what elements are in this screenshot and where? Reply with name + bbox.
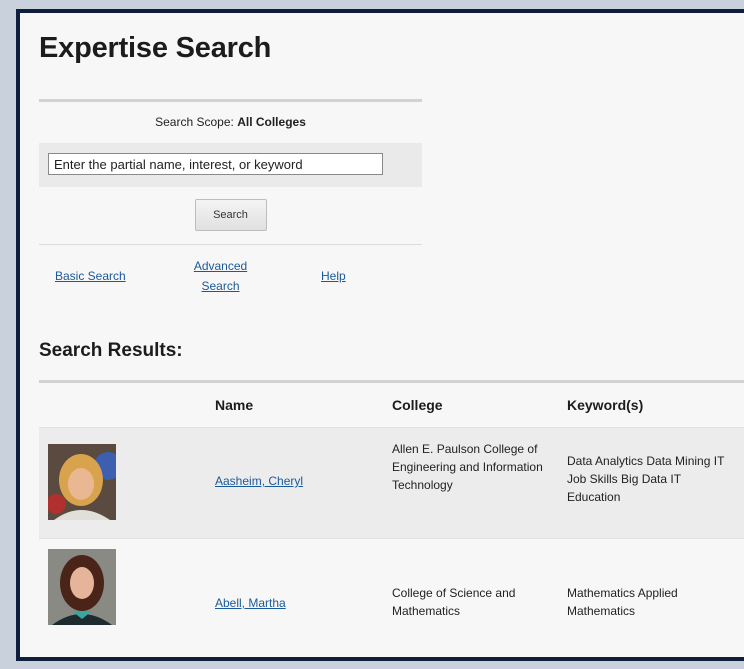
keywords-cell: Data Analytics Data Mining IT Job Skills… xyxy=(567,454,725,504)
scope-value: All Colleges xyxy=(237,115,306,129)
content-panel: Expertise Search Search Scope: All Colle… xyxy=(20,13,744,657)
table-row: Abell, Martha College of Science and Mat… xyxy=(39,538,744,651)
keywords-cell: Mathematics Applied Mathematics xyxy=(567,586,678,618)
profile-photo[interactable] xyxy=(48,549,116,625)
college-cell: Allen E. Paulson College of Engineering … xyxy=(392,442,543,492)
person-link[interactable]: Abell, Martha xyxy=(215,596,286,610)
person-link[interactable]: Aasheim, Cheryl xyxy=(215,474,303,488)
results-title: Search Results: xyxy=(39,340,183,361)
search-button-wrap: Search xyxy=(39,199,422,233)
basic-search-link[interactable]: Basic Search xyxy=(55,266,126,286)
search-button[interactable]: Search xyxy=(194,199,267,231)
column-header-college: College xyxy=(392,397,443,413)
table-header: Name College Keyword(s) xyxy=(39,383,744,427)
advanced-search-link[interactable]: Advanced Search xyxy=(183,256,258,296)
search-input-band xyxy=(39,143,422,187)
table-row: Aasheim, Cheryl Allen E. Paulson College… xyxy=(39,427,744,538)
search-scope: Search Scope: All Colleges xyxy=(39,115,422,133)
profile-photo[interactable] xyxy=(48,444,116,520)
column-header-keywords: Keyword(s) xyxy=(567,397,644,413)
results-table: Name College Keyword(s) Aasheim, Cheryl … xyxy=(39,380,744,651)
divider xyxy=(39,99,422,102)
search-links: Basic Search Advanced Search Help xyxy=(39,245,422,305)
search-input[interactable] xyxy=(48,153,383,175)
page-title: Expertise Search xyxy=(39,32,272,64)
search-box: Search Scope: All Colleges Search Basic … xyxy=(39,99,422,305)
college-cell: College of Science and Mathematics xyxy=(392,586,516,618)
column-header-name: Name xyxy=(215,397,254,413)
scope-label: Search Scope: xyxy=(155,115,234,129)
help-link[interactable]: Help xyxy=(321,266,346,286)
